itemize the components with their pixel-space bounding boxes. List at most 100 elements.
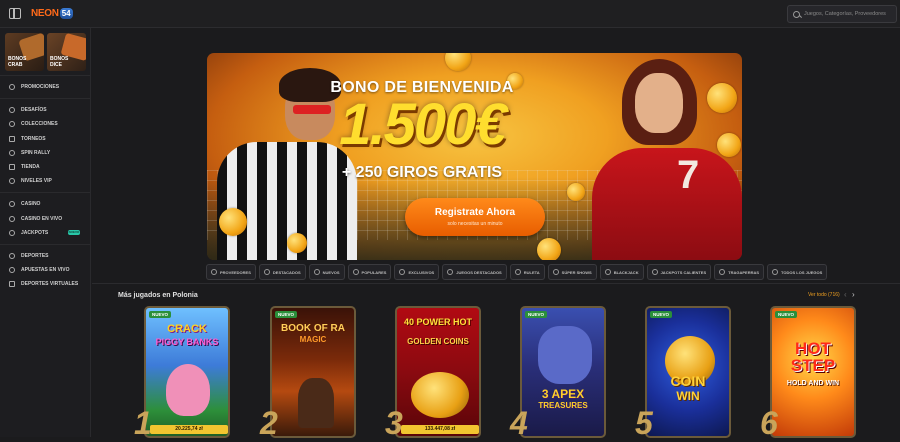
- top-bar: NEON 54: [0, 0, 900, 28]
- sidebar-item-spin-rally[interactable]: SPIN RALLY: [0, 146, 90, 160]
- shirt-number: 7: [677, 153, 700, 197]
- category-super-shows[interactable]: SÚPER SHOWS: [547, 264, 597, 280]
- rank-number: 1: [134, 405, 152, 441]
- game-tile[interactable]: NUEVO COIN WIN: [645, 306, 731, 438]
- cards-icon: [604, 269, 611, 275]
- sidebar-item-deportes[interactable]: DEPORTES: [0, 249, 90, 263]
- category-populares[interactable]: POPULARES: [347, 264, 392, 280]
- sidebar-item-tienda[interactable]: TIENDA: [0, 160, 90, 174]
- explorer-character-image: [298, 378, 334, 428]
- roulette-icon: [514, 269, 521, 275]
- sidebar-item-promociones[interactable]: PROMOCIONES: [0, 80, 90, 94]
- search-box[interactable]: [787, 5, 897, 23]
- collection-icon: [9, 121, 15, 128]
- new-badge: NUEVO: [275, 311, 298, 318]
- chevron-right-icon[interactable]: ›: [852, 290, 855, 299]
- sidebar-item-niveles-vip[interactable]: NIVELES VIP: [0, 174, 90, 188]
- game-title: BOOK OF RA: [281, 323, 345, 334]
- sidebar-toggle-icon[interactable]: [9, 8, 21, 19]
- category-destacados[interactable]: DESTACADOS: [258, 264, 306, 280]
- game-card[interactable]: NUEVO 3 APEX TREASURES 4: [510, 306, 606, 441]
- sidebar-item-deportes-virtuales[interactable]: DEPORTES VIRTUALES: [0, 277, 90, 291]
- new-badge: NUEVO: [525, 311, 548, 318]
- game-subtitle: TREASURES: [538, 401, 588, 410]
- category-nuevos[interactable]: NUEVOS: [308, 264, 345, 280]
- new-badge: NUEVO: [650, 311, 673, 318]
- sparkle-icon: [313, 269, 320, 275]
- game-card[interactable]: NUEVO HOT STEP HOLD AND WIN 6: [760, 306, 856, 441]
- piggy-character-image: [166, 364, 210, 416]
- game-card[interactable]: NUEVO BOOK OF RA MAGIC 2: [260, 306, 356, 441]
- game-title: 3 APEX: [541, 387, 585, 401]
- register-button-label: Registrate Ahora: [434, 207, 516, 218]
- welcome-bonus-banner[interactable]: 7 BONO DE BIENVENIDA 1.500€ + 250 GIROS …: [207, 53, 742, 260]
- category-ruleta[interactable]: RULETA: [509, 264, 545, 280]
- category-bar: PROVEEDORES DESTACADOS NUEVOS POPULARES …: [206, 264, 828, 280]
- game-tile[interactable]: NUEVO CRACK PIGGY BANKS 20.225,74 zł: [144, 306, 230, 438]
- win-amount: 20.225,74 zł: [150, 425, 228, 434]
- most-played-section: Más jugados en Polonia Ver todo (716) ‹ …: [92, 283, 900, 441]
- game-card[interactable]: 40 POWER HOT GOLDEN COINS 133.447,08 zł …: [385, 306, 481, 441]
- rank-number: 2: [260, 405, 278, 441]
- star-icon: [447, 269, 454, 275]
- jackpot-icon: [9, 229, 15, 236]
- sidebar-item-apuestas-en-vivo[interactable]: APUESTAS EN VIVO: [0, 263, 90, 277]
- promo-card-label: BONOS CRAB: [8, 56, 27, 68]
- category-proveedores[interactable]: PROVEEDORES: [206, 264, 256, 280]
- register-button[interactable]: Registrate Ahora solo necesitas un minut…: [405, 198, 545, 236]
- category-blackjack[interactable]: BLACKJACK: [599, 264, 644, 280]
- promo-card-bonos-crab[interactable]: BONOS CRAB: [5, 33, 44, 71]
- popular-icon: [352, 269, 359, 275]
- category-todos-los-juegos[interactable]: TODOS LOS JUEGOS: [767, 264, 828, 280]
- sidebar-item-casino-en-vivo[interactable]: CASINO EN VIVO: [0, 212, 90, 226]
- new-badge: NUEVO: [68, 229, 80, 235]
- sidebar-item-torneos[interactable]: TORNEOS: [0, 132, 90, 146]
- sidebar-item-desafios[interactable]: DESAFÍOS: [0, 103, 90, 117]
- rank-number: 3: [385, 405, 403, 441]
- wolf-character-image: [538, 326, 592, 384]
- trophy-cup-icon: [9, 149, 15, 156]
- rank-number: 4: [510, 405, 528, 441]
- rank-number: 6: [760, 405, 778, 441]
- hot-jackpot-icon: [651, 269, 658, 275]
- vip-crown-icon: [9, 178, 15, 185]
- pot-of-gold-image: [411, 372, 469, 418]
- live-casino-icon: [9, 215, 15, 222]
- search-input[interactable]: [804, 11, 894, 17]
- game-tile[interactable]: NUEVO HOT STEP HOLD AND WIN: [770, 306, 856, 438]
- game-card[interactable]: NUEVO CRACK PIGGY BANKS 20.225,74 zł 1: [134, 306, 230, 441]
- game-card[interactable]: NUEVO COIN WIN 5: [635, 306, 731, 441]
- target-icon: [9, 107, 15, 114]
- section-title: Más jugados en Polonia: [118, 292, 198, 299]
- category-juegos-destacados[interactable]: JUEGOS DESTACADOS: [442, 264, 507, 280]
- promo-card-bonos-dice[interactable]: BONOS DICE: [47, 33, 86, 71]
- promo-card-label: BONOS DICE: [50, 56, 69, 68]
- game-subtitle: MAGIC: [299, 335, 327, 344]
- gold-coin-image: [567, 183, 585, 201]
- nav-group-casino: CASINO CASINO EN VIVO JACKPOTS NUEVO: [0, 192, 90, 244]
- logo-text: NEON: [31, 8, 59, 19]
- game-tile[interactable]: 40 POWER HOT GOLDEN COINS 133.447,08 zł: [395, 306, 481, 438]
- sidebar-item-colecciones[interactable]: COLECCIONES: [0, 117, 90, 131]
- logo-badge: 54: [59, 8, 73, 19]
- banner-subtitle: + 250 GIROS GRATIS: [341, 164, 503, 181]
- game-tile[interactable]: NUEVO 3 APEX TREASURES: [520, 306, 606, 438]
- chevron-left-icon[interactable]: ‹: [844, 290, 847, 299]
- category-exclusivos[interactable]: EXCLUSIVOS: [394, 264, 440, 280]
- gift-icon: [9, 84, 15, 91]
- sidebar-item-casino[interactable]: CASINO: [0, 197, 90, 211]
- see-all-link[interactable]: Ver todo (716): [808, 292, 840, 298]
- nav-group-sports: DEPORTES APUESTAS EN VIVO DEPORTES VIRTU…: [0, 243, 90, 296]
- sidebar: BONOS CRAB BONOS DICE PROMOCIONES DESAFÍOS…: [0, 28, 91, 437]
- game-subtitle: PIGGY BANKS: [155, 337, 219, 347]
- category-tragaperras[interactable]: TRAGAPERRAS: [714, 264, 765, 280]
- virtual-sports-icon: [9, 281, 15, 288]
- game-tile[interactable]: NUEVO BOOK OF RA MAGIC: [270, 306, 356, 438]
- crown-icon: [263, 269, 270, 275]
- live-bet-icon: [9, 267, 15, 274]
- site-logo[interactable]: NEON 54: [31, 6, 73, 21]
- sidebar-item-jackpots[interactable]: JACKPOTS NUEVO: [0, 226, 90, 240]
- trophy-icon: [9, 135, 15, 142]
- nav-group-promotions: PROMOCIONES: [0, 75, 90, 98]
- category-jackpots-calientes[interactable]: JACKPOTS CALIENTES: [646, 264, 712, 280]
